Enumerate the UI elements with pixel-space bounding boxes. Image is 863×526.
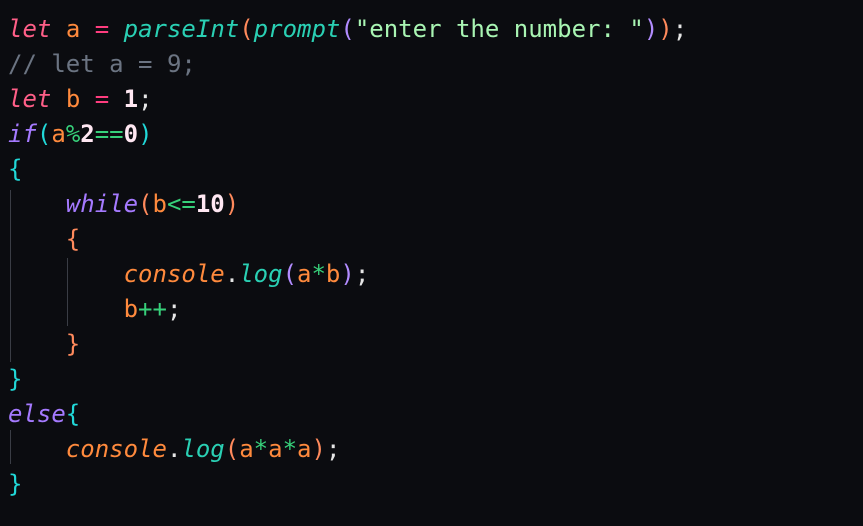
code-token: ; [354, 260, 370, 288]
code-token: } [8, 470, 23, 498]
code-token: else [8, 400, 66, 428]
code-token: = [94, 15, 110, 43]
code-line[interactable]: } [8, 362, 22, 397]
code-token: ( [138, 190, 153, 218]
code-token: while [65, 190, 139, 218]
code-line[interactable]: else{ [8, 397, 80, 432]
code-line[interactable]: console.log(a*a*a); [8, 432, 341, 467]
code-token: a [268, 435, 283, 463]
code-token: ( [239, 15, 254, 43]
code-token: <= [166, 190, 196, 218]
code-token: { [65, 225, 81, 253]
code-token: * [311, 260, 326, 288]
code-token: console [123, 260, 225, 288]
code-token: { [65, 400, 81, 428]
code-token: ( [36, 120, 52, 148]
code-line[interactable]: { [8, 222, 80, 257]
code-token: b [152, 190, 167, 218]
code-token: let [8, 15, 52, 43]
code-token: ) [658, 15, 673, 43]
code-token: 10 [195, 190, 225, 218]
code-token: ( [340, 15, 355, 43]
code-token: ++ [138, 295, 167, 323]
code-token: b [123, 295, 139, 323]
code-token: * [253, 435, 269, 463]
code-token: ) [643, 15, 659, 43]
code-token: . [166, 435, 182, 463]
code-token: ( [282, 260, 298, 288]
code-line[interactable]: console.log(a*b); [8, 257, 370, 292]
code-token: ) [138, 120, 153, 148]
code-token: ) [340, 260, 355, 288]
code-token: . [224, 260, 240, 288]
code-token: ; [166, 295, 182, 323]
code-line[interactable]: b++; [8, 292, 182, 327]
code-token: a [51, 120, 66, 148]
code-line[interactable]: } [8, 327, 80, 362]
code-line[interactable]: let a = parseInt(prompt("enter the numbe… [8, 12, 687, 47]
code-token: = [94, 85, 110, 113]
code-token: // let a = 9; [8, 50, 196, 78]
code-token: log [181, 435, 225, 463]
code-token: a [239, 435, 254, 463]
code-token: 2 [80, 120, 95, 148]
code-token: 1 [123, 85, 139, 113]
code-token: if [8, 120, 37, 148]
code-line[interactable]: } [8, 467, 22, 502]
code-token: b [325, 260, 341, 288]
code-line[interactable]: if(a%2==0) [8, 117, 153, 152]
code-line[interactable]: while(b<=10) [8, 187, 239, 222]
code-token: { [8, 155, 23, 183]
code-token: log [239, 260, 283, 288]
code-token: a [65, 15, 81, 43]
code-token: b [65, 85, 81, 113]
code-token: "enter the number: " [354, 15, 644, 43]
code-editor[interactable]: let a = parseInt(prompt("enter the numbe… [0, 0, 863, 526]
code-line[interactable]: let b = 1; [8, 82, 153, 117]
code-token: 0 [123, 120, 139, 148]
code-token: ) [311, 435, 326, 463]
code-token: a [297, 260, 312, 288]
code-token: parseInt [123, 15, 240, 43]
code-token: == [94, 120, 124, 148]
code-token: console [65, 435, 167, 463]
code-token: let [8, 85, 52, 113]
code-token: } [8, 365, 23, 393]
code-token: } [65, 330, 81, 358]
code-token: ; [138, 85, 153, 113]
code-token: ; [325, 435, 341, 463]
code-token: * [282, 435, 298, 463]
code-token: ; [672, 15, 688, 43]
code-token: a [297, 435, 312, 463]
code-token: ) [224, 190, 240, 218]
code-token: ( [224, 435, 240, 463]
code-token: prompt [253, 15, 341, 43]
code-line[interactable]: { [8, 152, 22, 187]
code-line[interactable]: // let a = 9; [8, 47, 196, 82]
code-token: % [65, 120, 81, 148]
